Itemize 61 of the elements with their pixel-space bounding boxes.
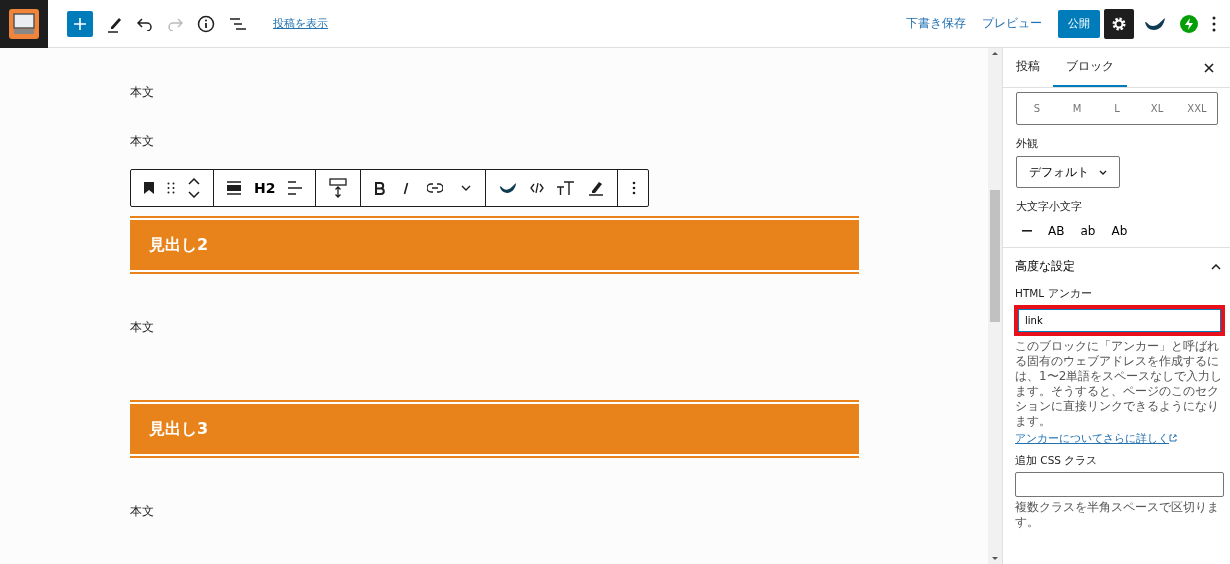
preview-link[interactable]: プレビュー — [982, 15, 1042, 32]
save-draft-link[interactable]: 下書き保存 — [906, 15, 966, 32]
letter-case-button[interactable]: ab — [1074, 219, 1102, 243]
font-size-option[interactable]: XXL — [1177, 93, 1217, 124]
drag-handle-icon[interactable] — [167, 182, 175, 194]
settings-button[interactable] — [1104, 8, 1134, 39]
paragraph-text: 本文 — [130, 503, 155, 520]
add-block-button[interactable] — [67, 10, 93, 37]
font-size-option[interactable]: S — [1017, 93, 1057, 124]
publish-button[interactable]: 公開 — [1058, 9, 1100, 38]
scrollbar-drawing[interactable] — [988, 48, 1002, 564]
info-icon[interactable] — [197, 14, 215, 33]
anchor-field[interactable]: link — [1014, 305, 1225, 336]
external-link-icon — [1169, 434, 1177, 442]
font-size-option[interactable]: XL — [1137, 93, 1177, 124]
bookmark-icon[interactable] — [144, 182, 154, 194]
chevron-down-icon[interactable] — [461, 185, 472, 191]
letter-case-button[interactable]: AB — [1042, 219, 1071, 243]
undo-icon[interactable] — [137, 16, 153, 31]
chevron-down-icon — [1099, 169, 1107, 175]
link-icon[interactable] — [427, 183, 444, 193]
paragraph-text: 本文 — [130, 133, 155, 150]
plus-icon — [73, 16, 87, 31]
more-options-icon[interactable] — [1212, 15, 1216, 32]
anchor-help-text: このブロックに「アンカー」と呼ばれる固有のウェブアドレスを作成するには、1〜2単語をスペースなしで入力します。そうすると、ページのこのセクションに直接リンクできるようになります。 — [1015, 339, 1224, 429]
learn-more-link[interactable]: アンカーについてさらに詳しく — [1015, 432, 1177, 446]
heading-text: 見出し2 — [149, 234, 209, 256]
site-logo-icon[interactable] — [0, 0, 48, 48]
font-size-option[interactable]: L — [1097, 93, 1137, 124]
align-wide-icon[interactable] — [227, 181, 241, 195]
block-height-icon[interactable] — [329, 178, 348, 198]
letter-case-label: 大文字小文字 — [1016, 200, 1083, 214]
advanced-settings-toggle[interactable]: 高度な設定 — [1015, 248, 1224, 281]
appearance-dropdown[interactable]: デフォルト — [1016, 156, 1120, 188]
font-size-option[interactable]: M — [1057, 93, 1097, 124]
view-post-link[interactable]: 投稿を表示 — [273, 16, 328, 31]
highlighter-icon[interactable] — [588, 180, 605, 196]
anchor-label: HTML アンカー — [1015, 287, 1093, 301]
code-icon[interactable] — [530, 183, 545, 193]
lightning-icon[interactable] — [1180, 14, 1198, 33]
heading-text: 見出し3 — [149, 418, 209, 440]
paragraph-text: 本文 — [130, 84, 155, 101]
more-options-icon[interactable] — [632, 181, 637, 195]
css-class-field[interactable] — [1015, 472, 1224, 497]
text-size-icon[interactable] — [557, 181, 576, 195]
sidebar-tab[interactable]: ブロック — [1053, 48, 1127, 87]
list-view-icon[interactable] — [229, 16, 247, 31]
move-up-down-icon[interactable] — [188, 178, 200, 198]
css-class-help-text: 複数クラスを半角スペースで区切ります。 — [1015, 500, 1220, 530]
css-class-label: 追加 CSS クラス — [1015, 454, 1099, 468]
dash-icon — [1022, 230, 1032, 232]
letter-case-button[interactable]: Ab — [1105, 219, 1134, 243]
italic-icon[interactable] — [403, 181, 410, 195]
text-align-icon[interactable] — [288, 181, 303, 195]
close-icon[interactable] — [1204, 62, 1214, 73]
heading-level-button[interactable]: H2 — [254, 180, 276, 196]
bold-icon[interactable] — [375, 181, 386, 195]
settings-icon — [1111, 15, 1127, 32]
paragraph-text: 本文 — [130, 319, 155, 336]
sidebar-tab[interactable]: 投稿 — [1003, 48, 1053, 87]
appearance-label: 外観 — [1016, 137, 1039, 151]
